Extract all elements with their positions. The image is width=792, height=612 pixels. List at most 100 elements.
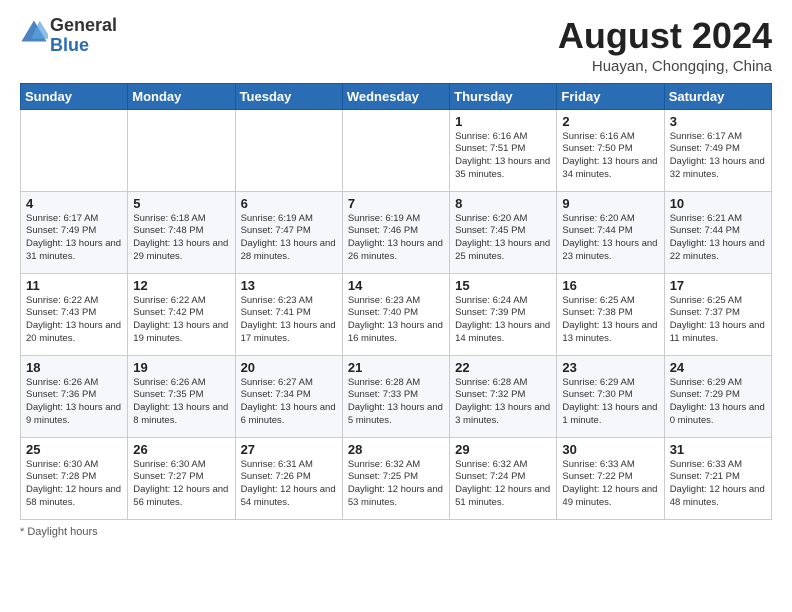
calendar-cell: 19Sunrise: 6:26 AM Sunset: 7:35 PM Dayli… <box>128 355 235 437</box>
day-number: 9 <box>562 196 658 211</box>
day-info: Sunrise: 6:28 AM Sunset: 7:33 PM Dayligh… <box>348 377 444 428</box>
page: General Blue August 2024 Huayan, Chongqi… <box>0 0 792 612</box>
calendar-cell: 15 Sunrise: 6:24 AM Sunset: 7:39 PM Dayli… <box>450 273 557 355</box>
day-info: Sunrise: 6:22 AM Sunset: 7:43 PM Dayligh… <box>26 295 122 346</box>
day-info: Sunrise: 6:29 AM Sunset: 7:29 PM Dayligh… <box>670 377 766 428</box>
day-info: Sunrise: 6:16 AM Sunset: 7:51 PM Dayligh… <box>455 131 551 182</box>
calendar-cell: 9 Sunrise: 6:20 AM Sunset: 7:44 PM Daylig… <box>557 191 664 273</box>
day-info: Sunrise: 6:22 AM Sunset: 7:42 PM Dayligh… <box>133 295 229 346</box>
day-number: 29 <box>455 442 551 457</box>
logo-text: General Blue <box>50 16 117 56</box>
location: Huayan, Chongqing, China <box>558 58 772 75</box>
day-number: 10 <box>670 196 766 211</box>
day-info: Sunrise: 6:27 AM Sunset: 7:34 PM Dayligh… <box>241 377 337 428</box>
week-row-1: 1 Sunrise: 6:16 AM Sunset: 7:51 PM Daylig… <box>21 109 772 191</box>
calendar-cell: 25Sunrise: 6:30 AM Sunset: 7:28 PM Dayli… <box>21 437 128 519</box>
day-info: Sunrise: 6:24 AM Sunset: 7:39 PM Dayligh… <box>455 295 551 346</box>
day-info: Sunrise: 6:33 AM Sunset: 7:21 PM Dayligh… <box>670 459 766 510</box>
calendar-cell: 22 Sunrise: 6:28 AM Sunset: 7:32 PM Dayli… <box>450 355 557 437</box>
day-info: Sunrise: 6:26 AM Sunset: 7:36 PM Dayligh… <box>26 377 122 428</box>
week-row-5: 25Sunrise: 6:30 AM Sunset: 7:28 PM Dayli… <box>21 437 772 519</box>
day-number: 7 <box>348 196 444 211</box>
calendar-cell: 24Sunrise: 6:29 AM Sunset: 7:29 PM Dayli… <box>664 355 771 437</box>
logo: General Blue <box>20 16 117 56</box>
calendar-cell: 1 Sunrise: 6:16 AM Sunset: 7:51 PM Daylig… <box>450 109 557 191</box>
day-info: Sunrise: 6:31 AM Sunset: 7:26 PM Dayligh… <box>241 459 337 510</box>
day-info: Sunrise: 6:23 AM Sunset: 7:40 PM Dayligh… <box>348 295 444 346</box>
logo-general: General <box>50 15 117 35</box>
col-wednesday: Wednesday <box>342 83 449 109</box>
day-info: Sunrise: 6:23 AM Sunset: 7:41 PM Dayligh… <box>241 295 337 346</box>
col-sunday: Sunday <box>21 83 128 109</box>
header: General Blue August 2024 Huayan, Chongqi… <box>20 16 772 75</box>
calendar-cell <box>235 109 342 191</box>
day-number: 6 <box>241 196 337 211</box>
calendar-cell: 6 Sunrise: 6:19 AM Sunset: 7:47 PM Daylig… <box>235 191 342 273</box>
day-number: 17 <box>670 278 766 293</box>
calendar-cell: 31 Sunrise: 6:33 AM Sunset: 7:21 PM Dayli… <box>664 437 771 519</box>
day-number: 30 <box>562 442 658 457</box>
day-number: 8 <box>455 196 551 211</box>
month-title: August 2024 <box>558 16 772 56</box>
col-tuesday: Tuesday <box>235 83 342 109</box>
day-info: Sunrise: 6:20 AM Sunset: 7:44 PM Dayligh… <box>562 213 658 264</box>
day-info: Sunrise: 6:17 AM Sunset: 7:49 PM Dayligh… <box>26 213 122 264</box>
day-info: Sunrise: 6:19 AM Sunset: 7:47 PM Dayligh… <box>241 213 337 264</box>
day-number: 31 <box>670 442 766 457</box>
day-number: 11 <box>26 278 122 293</box>
calendar-cell: 5 Sunrise: 6:18 AM Sunset: 7:48 PM Daylig… <box>128 191 235 273</box>
day-info: Sunrise: 6:28 AM Sunset: 7:32 PM Dayligh… <box>455 377 551 428</box>
day-number: 16 <box>562 278 658 293</box>
day-number: 5 <box>133 196 229 211</box>
day-info: Sunrise: 6:30 AM Sunset: 7:28 PM Dayligh… <box>26 459 122 510</box>
col-saturday: Saturday <box>664 83 771 109</box>
day-number: 26 <box>133 442 229 457</box>
day-info: Sunrise: 6:17 AM Sunset: 7:49 PM Dayligh… <box>670 131 766 182</box>
day-number: 12 <box>133 278 229 293</box>
day-info: Sunrise: 6:32 AM Sunset: 7:24 PM Dayligh… <box>455 459 551 510</box>
calendar-cell: 3 Sunrise: 6:17 AM Sunset: 7:49 PM Daylig… <box>664 109 771 191</box>
calendar-cell: 7Sunrise: 6:19 AM Sunset: 7:46 PM Daylig… <box>342 191 449 273</box>
calendar-cell: 11 Sunrise: 6:22 AM Sunset: 7:43 PM Dayli… <box>21 273 128 355</box>
day-info: Sunrise: 6:33 AM Sunset: 7:22 PM Dayligh… <box>562 459 658 510</box>
day-info: Sunrise: 6:18 AM Sunset: 7:48 PM Dayligh… <box>133 213 229 264</box>
calendar-cell <box>21 109 128 191</box>
calendar-cell: 8 Sunrise: 6:20 AM Sunset: 7:45 PM Daylig… <box>450 191 557 273</box>
calendar-cell: 13Sunrise: 6:23 AM Sunset: 7:41 PM Dayli… <box>235 273 342 355</box>
logo-blue: Blue <box>50 35 89 55</box>
calendar-cell: 14Sunrise: 6:23 AM Sunset: 7:40 PM Dayli… <box>342 273 449 355</box>
day-info: Sunrise: 6:30 AM Sunset: 7:27 PM Dayligh… <box>133 459 229 510</box>
calendar-cell: 17 Sunrise: 6:25 AM Sunset: 7:37 PM Dayli… <box>664 273 771 355</box>
day-number: 22 <box>455 360 551 375</box>
week-row-2: 4Sunrise: 6:17 AM Sunset: 7:49 PM Daylig… <box>21 191 772 273</box>
calendar: Sunday Monday Tuesday Wednesday Thursday… <box>20 83 772 520</box>
calendar-cell: 29 Sunrise: 6:32 AM Sunset: 7:24 PM Dayli… <box>450 437 557 519</box>
day-number: 20 <box>241 360 337 375</box>
calendar-cell: 10 Sunrise: 6:21 AM Sunset: 7:44 PM Dayli… <box>664 191 771 273</box>
col-thursday: Thursday <box>450 83 557 109</box>
col-friday: Friday <box>557 83 664 109</box>
col-monday: Monday <box>128 83 235 109</box>
day-info: Sunrise: 6:16 AM Sunset: 7:50 PM Dayligh… <box>562 131 658 182</box>
daylight-hours-label: Daylight hours <box>27 526 97 538</box>
day-info: Sunrise: 6:21 AM Sunset: 7:44 PM Dayligh… <box>670 213 766 264</box>
header-row: Sunday Monday Tuesday Wednesday Thursday… <box>21 83 772 109</box>
day-info: Sunrise: 6:20 AM Sunset: 7:45 PM Dayligh… <box>455 213 551 264</box>
day-info: Sunrise: 6:25 AM Sunset: 7:38 PM Dayligh… <box>562 295 658 346</box>
week-row-3: 11 Sunrise: 6:22 AM Sunset: 7:43 PM Dayli… <box>21 273 772 355</box>
calendar-cell: 4Sunrise: 6:17 AM Sunset: 7:49 PM Daylig… <box>21 191 128 273</box>
calendar-cell: 2 Sunrise: 6:16 AM Sunset: 7:50 PM Daylig… <box>557 109 664 191</box>
calendar-cell: 26 Sunrise: 6:30 AM Sunset: 7:27 PM Dayli… <box>128 437 235 519</box>
day-number: 1 <box>455 114 551 129</box>
day-number: 19 <box>133 360 229 375</box>
day-number: 3 <box>670 114 766 129</box>
calendar-cell: 23Sunrise: 6:29 AM Sunset: 7:30 PM Dayli… <box>557 355 664 437</box>
footer-note: * Daylight hours <box>20 526 772 538</box>
day-number: 15 <box>455 278 551 293</box>
day-number: 2 <box>562 114 658 129</box>
logo-icon <box>20 19 48 43</box>
calendar-cell: 16 Sunrise: 6:25 AM Sunset: 7:38 PM Dayli… <box>557 273 664 355</box>
day-number: 23 <box>562 360 658 375</box>
calendar-cell: 20 Sunrise: 6:27 AM Sunset: 7:34 PM Dayli… <box>235 355 342 437</box>
day-info: Sunrise: 6:25 AM Sunset: 7:37 PM Dayligh… <box>670 295 766 346</box>
